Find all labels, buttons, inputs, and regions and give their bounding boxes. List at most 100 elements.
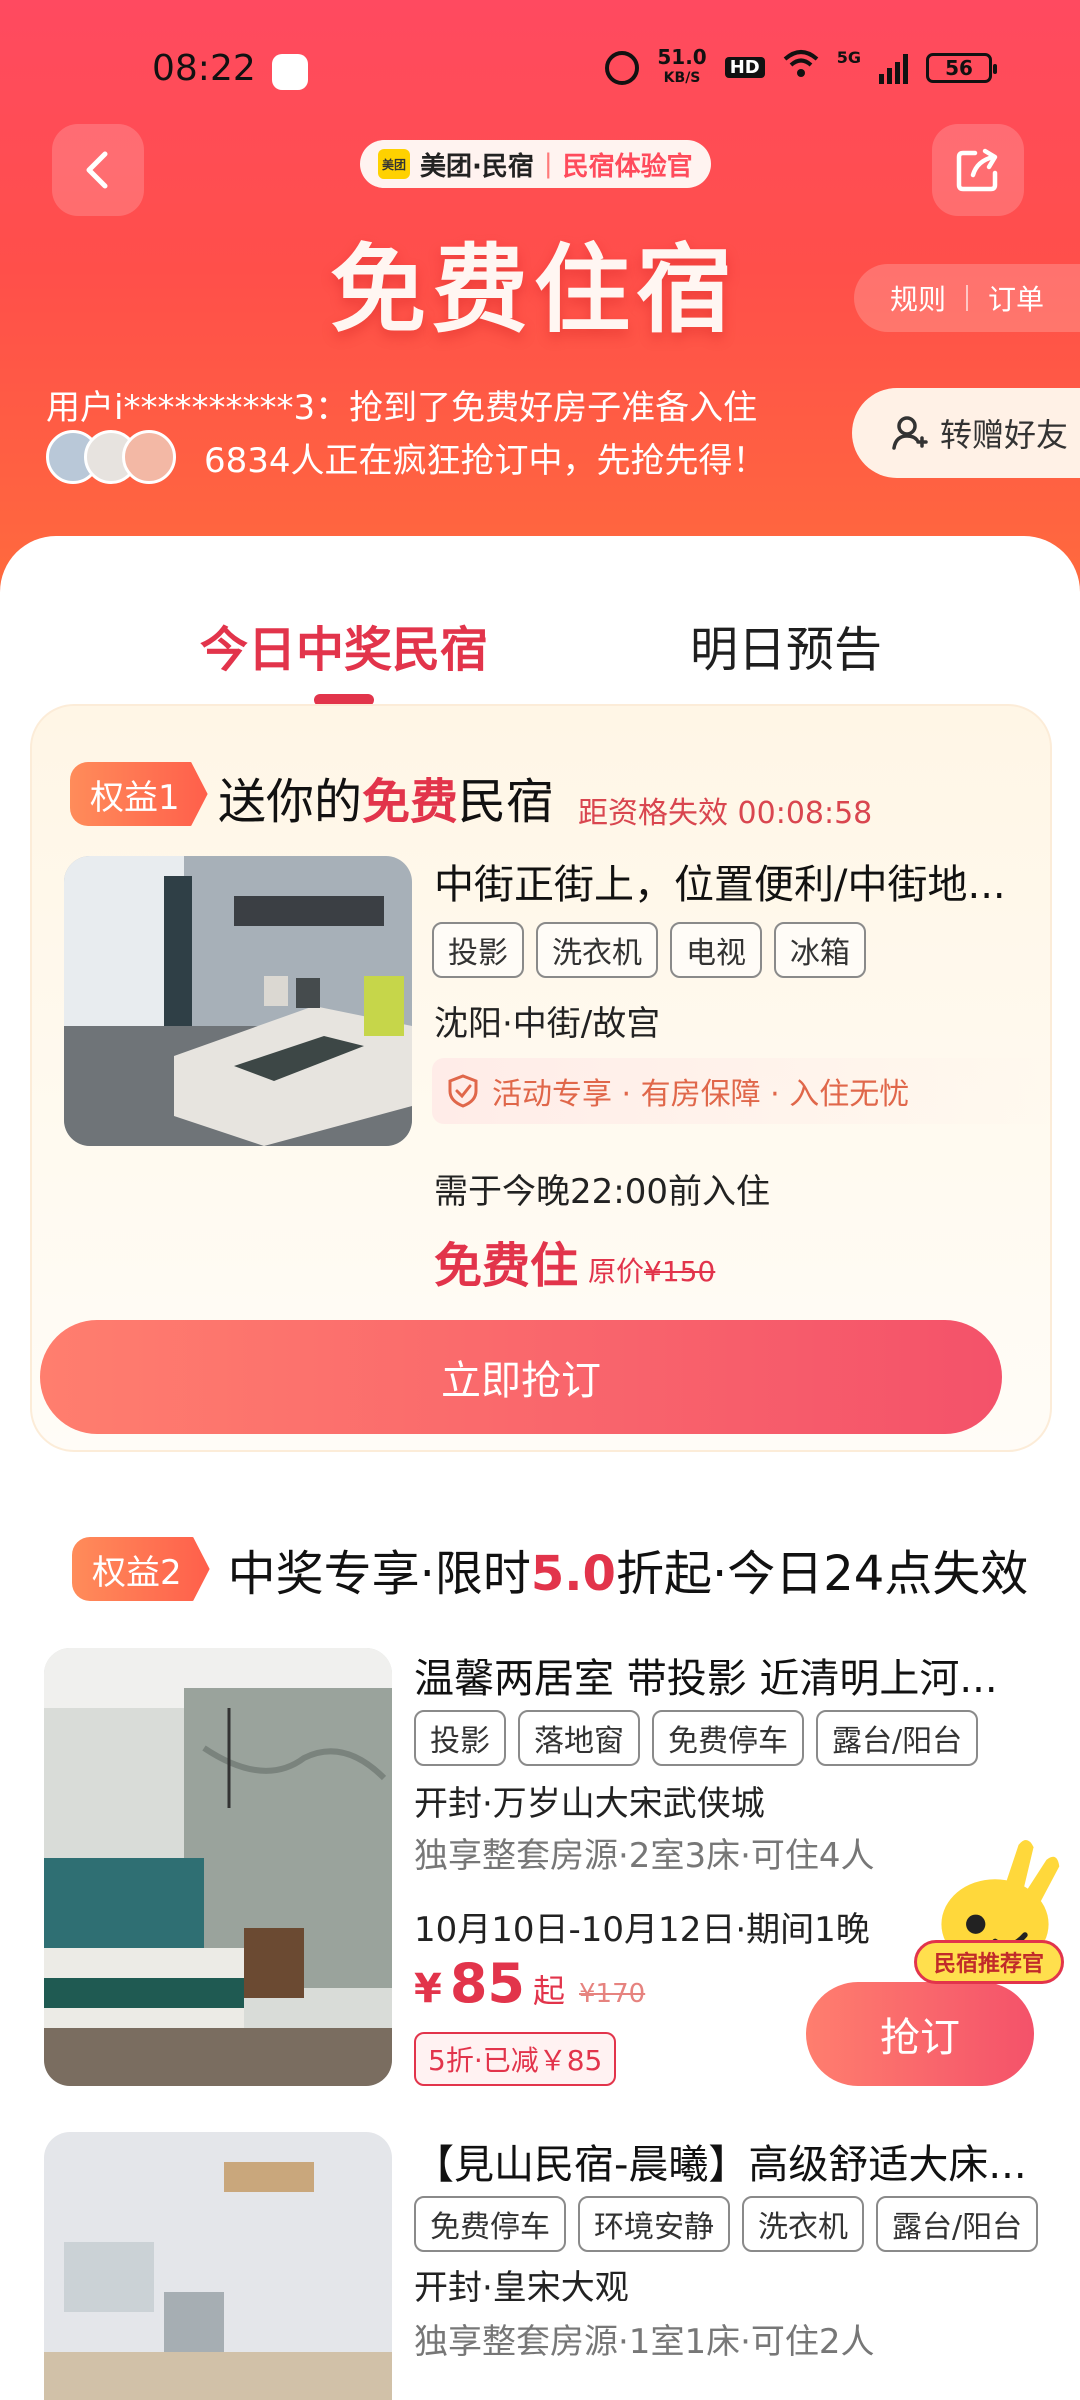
alarm-icon (605, 50, 640, 85)
amenity-tag: 冰箱 (774, 922, 866, 978)
listing-tags: 免费停车 环境安静 洗衣机 露台/阳台 (414, 2196, 1039, 2252)
amenity-tag: 投影 (414, 1710, 506, 1766)
brand-tag: 民宿体验官 (562, 151, 693, 182)
listing-rooms: 独享整套房源·1室1床·可住2人 (414, 2322, 875, 2362)
original-price: ¥170 (579, 1979, 646, 2009)
amenity-tag: 电视 (670, 922, 762, 978)
meituan-logo-icon: 美团 (378, 149, 410, 179)
orders-link[interactable]: 订单 (988, 278, 1044, 318)
benefit1-title: 送你的 免费 民宿 (218, 762, 554, 832)
listing-photo[interactable] (64, 856, 412, 1146)
shield-check-icon (448, 1074, 478, 1108)
net-speed: 51.0 KB/S (657, 45, 707, 87)
hero-header: 08:22 51.0 KB/S HD 5G 56 美团 美团·民宿 | 民宿体验… (0, 0, 1080, 600)
price-suffix: 起 (533, 1972, 566, 2010)
guarantee-text: 活动专享 · 有房保障 · 入住无忧 (492, 1077, 910, 1112)
amenity-tag: 露台/阳台 (876, 2196, 1039, 2252)
brand-pill: 美团 美团·民宿 | 民宿体验官 (360, 140, 711, 188)
listing-rooms: 独享整套房源·2室3床·可住4人 (414, 1836, 875, 1876)
brand-divider: | (543, 149, 553, 179)
benefit1-title-highlight: 免费 (362, 774, 459, 830)
benefit2-header: 权益2 中奖专享·限时5.0折起·今日24点失效 (72, 1534, 1028, 1604)
amenity-tag: 洗衣机 (536, 922, 658, 978)
winner-ticker: 用户i**********3：抢到了免费好房子准备入住 (46, 388, 758, 428)
price-row: ¥ 85 起 ¥170 (414, 1952, 645, 2015)
listing-location: 沈阳·中街/故宫 (434, 1004, 661, 1044)
checkin-deadline: 需于今晚22:00前入住 (434, 1172, 770, 1212)
amenity-tag: 环境安静 (578, 2196, 730, 2252)
price-value: 85 (449, 1952, 525, 2015)
hd-icon: HD (724, 57, 765, 78)
bedroom-photo-icon (64, 856, 412, 1146)
benefit2-title-prefix: 中奖专享·限时 (227, 1546, 531, 1602)
listing-tags: 投影 落地窗 免费停车 露台/阳台 (414, 1710, 979, 1766)
rules-orders-pill: 规则 订单 (854, 264, 1080, 332)
listing-location: 开封·皇宋大观 (414, 2268, 629, 2308)
gift-label: 转赠好友 (940, 416, 1069, 454)
share-icon (956, 148, 998, 192)
listing-name[interactable]: 【見山民宿-晨曦】高级舒适大床... (414, 2132, 1027, 2190)
net-speed-unit: KB/S (663, 70, 701, 86)
tab-bar: 今日中奖民宿 明日预告 (0, 572, 1080, 706)
benefit2-title-highlight: 5.0 (530, 1546, 616, 1602)
status-bar: 08:22 51.0 KB/S HD 5G 56 (0, 40, 1080, 106)
amenity-tag: 洗衣机 (742, 2196, 864, 2252)
benefit1-title-suffix: 民宿 (458, 774, 555, 830)
chevron-left-icon (86, 151, 108, 189)
amenity-tag: 落地窗 (518, 1710, 640, 1766)
bedroom-photo-icon (44, 1648, 392, 2086)
bedroom-photo-icon (44, 2132, 392, 2400)
benefit2-title-suffix: 折起·今日24点失效 (615, 1546, 1029, 1602)
listing-photo[interactable] (44, 2132, 392, 2400)
wifi-icon (783, 49, 819, 87)
status-icons: 51.0 KB/S HD 5G 56 (605, 45, 997, 87)
benefit1-title-prefix: 送你的 (218, 774, 363, 830)
listing-dates: 10月10日-10月12日·期间1晚 (414, 1910, 870, 1950)
free-stay-label: 免费住 (434, 1238, 579, 1294)
rules-link[interactable]: 规则 (890, 278, 946, 318)
crowd-text: 6834人正在疯狂抢订中，先抢先得！ (204, 440, 767, 481)
app-notification-icon (272, 54, 308, 90)
network-type: 5G (836, 48, 861, 67)
listing-name[interactable]: 中街正街上，位置便利/中街地... (434, 852, 1006, 910)
user-icon (892, 416, 928, 450)
original-price: 原价¥150 (588, 1250, 715, 1290)
qualification-countdown: 距资格失效 00:08:58 (578, 796, 873, 831)
listing-tags: 投影 洗衣机 电视 冰箱 (432, 922, 866, 978)
mascot-label: 民宿推荐官 (914, 1940, 1064, 1984)
signal-icon (879, 52, 908, 84)
listing-name[interactable]: 温馨两居室 带投影 近清明上河... (414, 1646, 998, 1704)
guarantee-banner: 活动专享 · 有房保障 · 入住无忧 (432, 1058, 1062, 1124)
amenity-tag: 免费停车 (414, 2196, 566, 2252)
benefit2-badge: 权益2 (72, 1537, 210, 1601)
status-time: 08:22 (152, 48, 256, 89)
original-price-value: ¥150 (644, 1255, 716, 1288)
avatar-group (46, 430, 176, 484)
avatar (122, 430, 176, 484)
gift-to-friend-button[interactable]: 转赠好友 (852, 388, 1080, 478)
discount-tag: 5折·已减￥85 (414, 2032, 617, 2086)
crowd-row: 6834人正在疯狂抢订中，先抢先得！ (46, 430, 767, 484)
share-button[interactable] (932, 124, 1024, 216)
content-sheet: 今日中奖民宿 明日预告 权益1 送你的 免费 民宿 距资格失效 00:08:58 (0, 536, 1080, 2400)
tab-today-winners[interactable]: 今日中奖民宿 (200, 610, 488, 680)
benefit1-card: 权益1 送你的 免费 民宿 距资格失效 00:08:58 中街正街上，位置便利/… (30, 704, 1062, 1452)
benefit1-badge: 权益1 (70, 762, 208, 826)
amenity-tag: 免费停车 (652, 1710, 804, 1766)
net-speed-value: 51.0 (657, 45, 707, 69)
back-button[interactable] (52, 124, 144, 216)
brand-name: 美团·民宿 (420, 151, 534, 182)
rules-divider (966, 285, 968, 311)
battery-icon: 56 (926, 52, 997, 83)
grab-button[interactable]: 抢订 (806, 1982, 1034, 2086)
listing-location: 开封·万岁山大宋武侠城 (414, 1784, 765, 1824)
original-price-prefix: 原价 (588, 1255, 645, 1288)
amenity-tag: 投影 (432, 922, 524, 978)
amenity-tag: 露台/阳台 (816, 1710, 979, 1766)
price-currency: ¥ (414, 1966, 442, 2012)
tab-tomorrow-preview[interactable]: 明日预告 (690, 610, 882, 680)
benefit2-title: 中奖专享·限时5.0折起·今日24点失效 (228, 1534, 1029, 1604)
grab-now-button[interactable]: 立即抢订 (40, 1320, 1002, 1434)
page-title: 免费住宿 (330, 234, 738, 346)
listing-photo[interactable] (44, 1648, 392, 2086)
